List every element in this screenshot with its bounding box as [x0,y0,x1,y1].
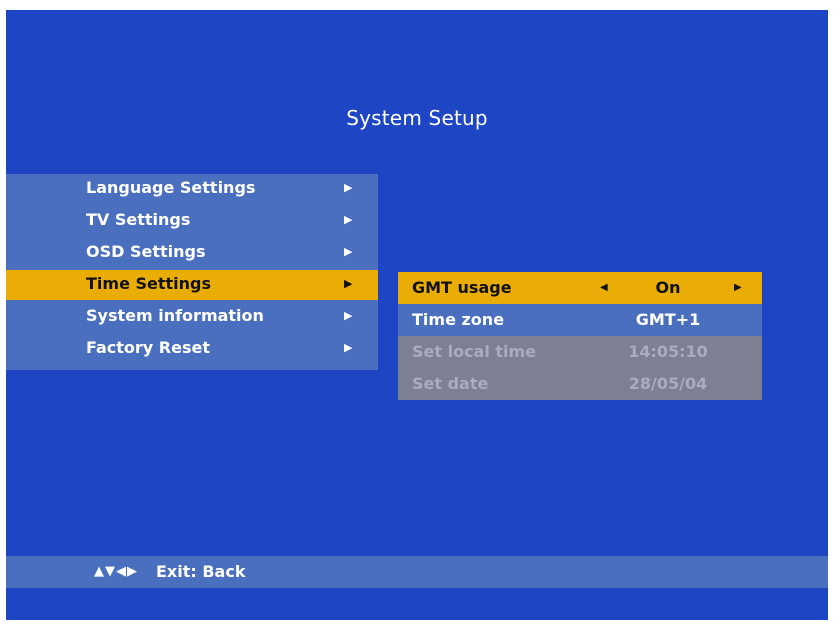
menu-item-label: TV Settings [86,210,191,229]
date-value: 28/05/04 [628,374,708,393]
menu-item-system-information[interactable]: System information ▶ [6,302,378,332]
menu-item-label: Factory Reset [86,338,210,357]
local-time-label: Set local time [412,342,537,361]
help-text: Exit: Back [156,562,246,581]
menu-item-label: OSD Settings [86,242,206,261]
time-zone-value: GMT+1 [635,310,701,329]
menu-item-label: Time Settings [86,274,212,293]
page-title: System Setup [346,106,488,130]
menu-item-tv-settings[interactable]: TV Settings ▶ [6,206,378,236]
arrow-right-icon[interactable]: ▶ [734,277,742,299]
gmt-usage-selector[interactable]: GMT usage ◀ On ▶ [398,272,762,304]
gmt-usage-label: GMT usage [412,278,512,297]
gmt-usage-value: On [655,278,681,297]
help-bar: ▲▼◀▶ Exit: Back [6,556,828,588]
navigation-arrows-icon: ▲▼◀▶ [94,564,138,579]
menu-item-label: System information [86,306,264,325]
main-menu: Language Settings ▶ TV Settings ▶ OSD Se… [6,174,378,370]
menu-item-factory-reset[interactable]: Factory Reset ▶ [6,334,378,364]
local-time-value: 14:05:10 [628,342,708,361]
chevron-right-icon: ▶ [344,213,353,226]
menu-item-osd-settings[interactable]: OSD Settings ▶ [6,238,378,268]
arrow-left-icon[interactable]: ◀ [600,277,608,299]
menu-item-label: Language Settings [86,178,256,197]
date-label: Set date [412,374,489,393]
chevron-right-icon: ▶ [344,341,353,354]
chevron-right-icon: ▶ [344,245,353,258]
date-field: Set date 28/05/04 [398,368,762,400]
time-zone-label: Time zone [412,310,505,329]
chevron-right-icon: ▶ [344,181,353,194]
time-zone-field[interactable]: Time zone GMT+1 [398,304,762,336]
local-time-field: Set local time 14:05:10 [398,336,762,368]
time-settings-submenu: GMT usage ◀ On ▶ Time zone GMT+1 Set loc… [398,272,762,402]
chevron-right-icon: ▶ [344,277,353,290]
menu-item-language-settings[interactable]: Language Settings ▶ [6,174,378,204]
tv-osd-screen: System Setup Language Settings ▶ TV Sett… [6,10,828,620]
chevron-right-icon: ▶ [344,309,353,322]
menu-item-time-settings[interactable]: Time Settings ▶ [6,270,378,300]
